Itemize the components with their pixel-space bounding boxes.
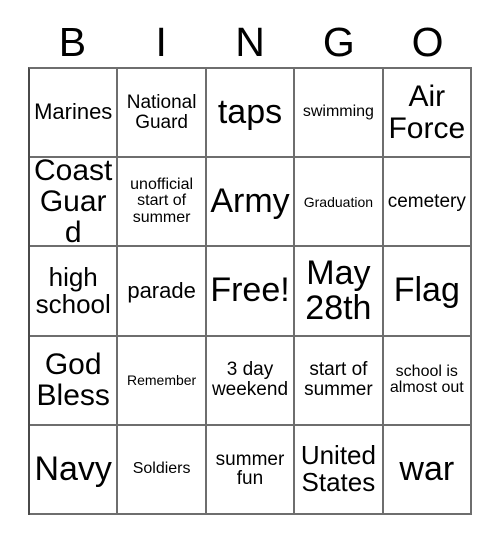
bingo-cell-label: United States bbox=[300, 440, 376, 498]
bingo-cell-label: Coast Guard bbox=[34, 158, 113, 248]
bingo-cell-label: war bbox=[399, 449, 455, 488]
bingo-cell-label: parade bbox=[127, 277, 196, 303]
bingo-cell[interactable]: 3 day weekend bbox=[206, 336, 296, 426]
bingo-cell[interactable]: Flag bbox=[383, 247, 472, 337]
bingo-cell-label: summer fun bbox=[215, 448, 285, 490]
bingo-header: B I N G O bbox=[28, 18, 472, 67]
bingo-cell-label: Graduation bbox=[303, 193, 374, 210]
bingo-cell-free[interactable]: Free! bbox=[206, 247, 296, 337]
header-letter-g: G bbox=[322, 19, 355, 65]
bingo-cell[interactable]: war bbox=[383, 425, 472, 515]
bingo-cell-label: school is almost out bbox=[389, 362, 464, 397]
bingo-cell[interactable]: school is almost out bbox=[383, 336, 472, 426]
bingo-cell-label: Marines bbox=[34, 99, 113, 125]
bingo-cell[interactable]: swimming bbox=[295, 69, 384, 159]
bingo-cell-label: cemetery bbox=[387, 190, 466, 212]
bingo-cell-label: swimming bbox=[302, 103, 374, 121]
bingo-cell[interactable]: Navy bbox=[30, 425, 119, 515]
bingo-cell[interactable]: summer fun bbox=[206, 425, 296, 515]
bingo-cell-label: high school bbox=[35, 261, 111, 319]
bingo-cell-label: unofficial start of summer bbox=[130, 175, 194, 227]
bingo-cell-label: Flag bbox=[393, 271, 460, 310]
bingo-cell-label: May 28th bbox=[305, 253, 372, 327]
bingo-cell[interactable]: high school bbox=[30, 247, 119, 337]
bingo-cell[interactable]: National Guard bbox=[118, 69, 207, 159]
bingo-cell[interactable]: Air Force bbox=[383, 69, 472, 159]
bingo-cell[interactable]: Marines bbox=[30, 69, 119, 159]
header-letter-o: O bbox=[411, 19, 444, 65]
bingo-cell-label: Navy bbox=[34, 449, 112, 488]
bingo-cell[interactable]: cemetery bbox=[383, 158, 472, 248]
bingo-cell[interactable]: Remember bbox=[118, 336, 207, 426]
bingo-cell[interactable]: Army bbox=[206, 158, 296, 248]
bingo-cell-label: Free! bbox=[210, 271, 290, 310]
bingo-cell[interactable]: God Bless bbox=[30, 336, 119, 426]
bingo-cell[interactable]: unofficial start of summer bbox=[118, 158, 207, 248]
bingo-cell-label: Air Force bbox=[388, 80, 466, 145]
bingo-card: B I N G O Marines National Guard taps sw… bbox=[0, 0, 500, 544]
bingo-cell-label: Army bbox=[210, 182, 290, 221]
bingo-cell-label: taps bbox=[217, 92, 283, 131]
bingo-cell[interactable]: parade bbox=[118, 247, 207, 337]
header-letter-b: B bbox=[58, 19, 87, 65]
bingo-cell-label: God Bless bbox=[36, 348, 110, 413]
bingo-cell-label: Soldiers bbox=[132, 460, 191, 478]
bingo-cell[interactable]: May 28th bbox=[295, 247, 384, 337]
bingo-cell[interactable]: Soldiers bbox=[118, 425, 207, 515]
bingo-cell[interactable]: Coast Guard bbox=[30, 158, 119, 248]
bingo-cell[interactable]: start of summer bbox=[295, 336, 384, 426]
bingo-cell-label: start of summer bbox=[304, 359, 373, 401]
bingo-cell-label: National Guard bbox=[126, 91, 197, 133]
bingo-grid: Marines National Guard taps swimming Air… bbox=[28, 67, 472, 515]
bingo-cell[interactable]: United States bbox=[295, 425, 384, 515]
bingo-cell-label: 3 day weekend bbox=[211, 359, 289, 401]
bingo-cell[interactable]: Graduation bbox=[295, 158, 384, 248]
bingo-cell-label: Remember bbox=[126, 371, 197, 388]
header-letter-n: N bbox=[235, 19, 265, 65]
bingo-cell[interactable]: taps bbox=[206, 69, 296, 159]
header-letter-i: I bbox=[155, 19, 167, 65]
